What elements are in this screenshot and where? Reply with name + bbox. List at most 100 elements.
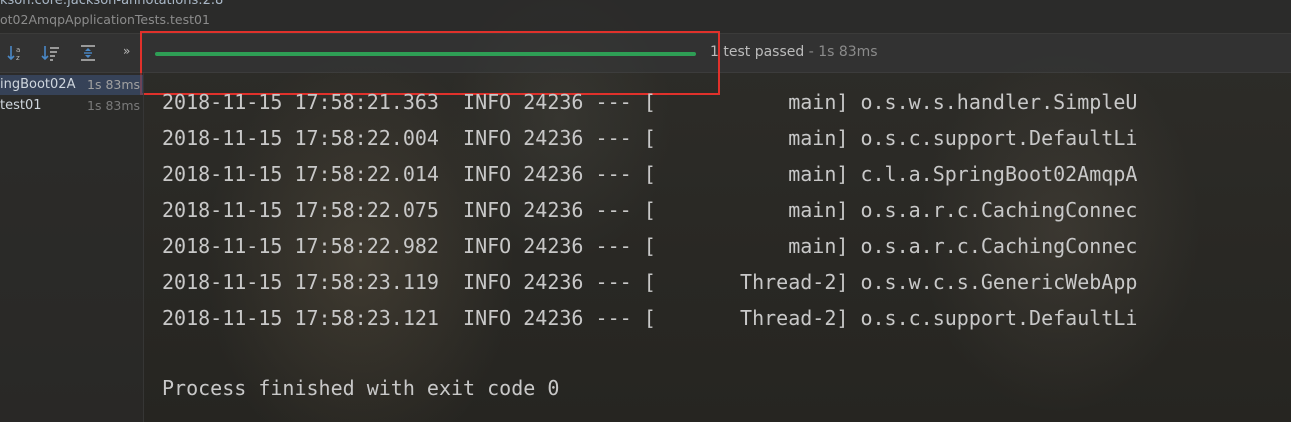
log-separator: --- <box>595 198 632 222</box>
log-gap <box>511 198 523 222</box>
log-timestamp: 2018-11-15 17:58:22.075 <box>162 198 439 222</box>
log-thread: [ Thread-2] <box>643 270 849 294</box>
log-gap <box>632 234 644 258</box>
log-gap <box>583 234 595 258</box>
log-logger: o.s.a.r.c.CachingConnec <box>860 234 1138 258</box>
log-thread: [ main] <box>643 90 849 114</box>
log-gap <box>632 270 644 294</box>
log-gap <box>632 198 644 222</box>
log-gap <box>439 198 463 222</box>
log-gap <box>511 90 523 114</box>
log-gap <box>511 306 523 330</box>
breadcrumb-bar: kson.core:jackson-annotations:2.8 ot02Am… <box>0 0 1291 34</box>
tree-item-test-method[interactable]: test01 1s 83ms <box>0 96 143 116</box>
log-gap <box>583 198 595 222</box>
log-level: INFO <box>463 90 512 114</box>
tree-item-time: 1s 83ms <box>87 77 141 92</box>
log-separator: --- <box>595 90 632 114</box>
sort-duration-icon[interactable] <box>40 42 62 64</box>
log-line: 2018-11-15 17:58:23.121 INFO 24236 --- [… <box>162 303 1137 333</box>
log-separator: --- <box>595 162 632 186</box>
log-pid: 24236 <box>523 270 584 294</box>
exit-message: Process finished with exit code 0 <box>162 376 560 400</box>
sort-alpha-icon[interactable]: a z <box>6 42 28 64</box>
svg-text:z: z <box>16 54 20 62</box>
log-gap <box>632 126 644 150</box>
log-thread: [ main] <box>643 198 849 222</box>
tests-passed-label: 1 test passed <box>710 44 805 60</box>
log-pid: 24236 <box>523 162 584 186</box>
log-pid: 24236 <box>523 234 584 258</box>
log-level: INFO <box>463 234 512 258</box>
log-gap <box>439 90 463 114</box>
log-gap <box>511 270 523 294</box>
log-separator: --- <box>595 306 632 330</box>
status-separator: - <box>804 44 819 60</box>
tree-item-test-class[interactable]: ingBoot02A 1s 83ms <box>0 75 143 95</box>
log-pid: 24236 <box>523 126 584 150</box>
log-separator: --- <box>595 234 632 258</box>
log-gap <box>583 90 595 114</box>
log-gap <box>439 162 463 186</box>
test-tree-panel: ingBoot02A 1s 83ms test01 1s 83ms <box>0 73 144 422</box>
log-gap <box>848 126 860 150</box>
log-gap <box>632 306 644 330</box>
log-line: 2018-11-15 17:58:22.014 INFO 24236 --- [… <box>162 159 1137 189</box>
log-line: 2018-11-15 17:58:21.363 INFO 24236 --- [… <box>162 87 1137 117</box>
dependency-path-text: kson.core:jackson-annotations:2.8 <box>0 0 224 8</box>
log-logger: o.s.a.r.c.CachingConnec <box>860 198 1138 222</box>
log-pid: 24236 <box>523 306 584 330</box>
log-gap <box>511 162 523 186</box>
log-level: INFO <box>463 270 512 294</box>
log-gap <box>439 270 463 294</box>
log-logger: c.l.a.SpringBoot02AmqpA <box>860 162 1138 186</box>
log-gap <box>583 306 595 330</box>
log-level: INFO <box>463 162 512 186</box>
log-gap <box>632 162 644 186</box>
log-timestamp: 2018-11-15 17:58:21.363 <box>162 90 439 114</box>
more-actions-icon[interactable]: » <box>123 44 130 58</box>
log-separator: --- <box>595 270 632 294</box>
log-gap <box>511 234 523 258</box>
log-timestamp: 2018-11-15 17:58:23.121 <box>162 306 439 330</box>
log-gap <box>511 126 523 150</box>
log-level: INFO <box>463 126 512 150</box>
test-class-path-text: ot02AmqpApplicationTests.test01 <box>0 12 210 27</box>
test-status: 1 test passed - 1s 83ms <box>710 44 878 60</box>
log-timestamp: 2018-11-15 17:58:22.004 <box>162 126 439 150</box>
log-timestamp: 2018-11-15 17:58:22.982 <box>162 234 439 258</box>
log-gap <box>848 198 860 222</box>
log-thread: [ Thread-2] <box>643 306 849 330</box>
log-line: 2018-11-15 17:58:22.982 INFO 24236 --- [… <box>162 231 1137 261</box>
log-logger: o.s.c.support.DefaultLi <box>860 306 1138 330</box>
log-gap <box>848 306 860 330</box>
log-thread: [ main] <box>643 234 849 258</box>
log-line: 2018-11-15 17:58:22.075 INFO 24236 --- [… <box>162 195 1137 225</box>
log-gap <box>439 306 463 330</box>
log-pid: 24236 <box>523 198 584 222</box>
log-gap <box>439 126 463 150</box>
log-gap <box>848 162 860 186</box>
log-level: INFO <box>463 306 512 330</box>
log-timestamp: 2018-11-15 17:58:23.119 <box>162 270 439 294</box>
log-timestamp: 2018-11-15 17:58:22.014 <box>162 162 439 186</box>
log-logger: o.s.w.s.handler.SimpleU <box>860 90 1138 114</box>
log-gap <box>583 162 595 186</box>
collapse-icon[interactable] <box>77 42 99 64</box>
log-logger: o.s.c.support.DefaultLi <box>860 126 1138 150</box>
log-level: INFO <box>463 198 512 222</box>
log-line: 2018-11-15 17:58:23.119 INFO 24236 --- [… <box>162 267 1137 297</box>
log-logger: o.s.w.c.s.GenericWebApp <box>860 270 1138 294</box>
log-thread: [ main] <box>643 126 849 150</box>
tests-duration-label: 1s 83ms <box>818 44 878 60</box>
tree-item-label: ingBoot02A <box>0 77 76 92</box>
tree-item-label: test01 <box>0 98 42 113</box>
log-gap <box>583 270 595 294</box>
log-gap <box>848 90 860 114</box>
log-line: 2018-11-15 17:58:22.004 INFO 24236 --- [… <box>162 123 1137 153</box>
console-output[interactable]: 2018-11-15 17:58:21.363 INFO 24236 --- [… <box>144 73 1291 422</box>
log-gap <box>848 270 860 294</box>
log-gap <box>583 126 595 150</box>
log-gap <box>439 234 463 258</box>
log-thread: [ main] <box>643 162 849 186</box>
